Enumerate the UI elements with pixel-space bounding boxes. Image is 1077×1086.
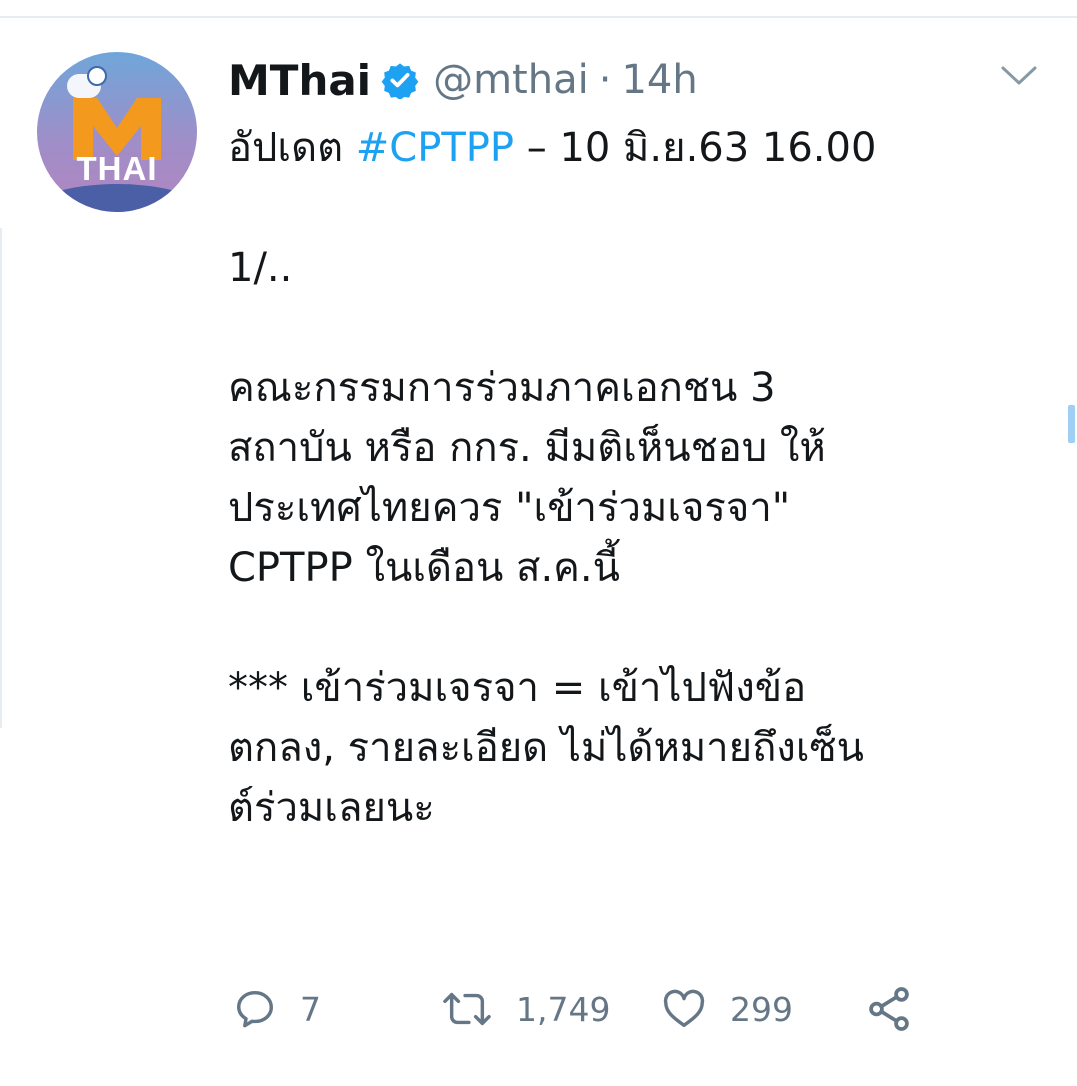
tweet-line: ต์ร่วมเลยนะ — [228, 785, 435, 831]
retweet-button[interactable]: 1,749 — [440, 982, 610, 1036]
chevron-down-icon[interactable] — [1000, 64, 1038, 88]
avatar[interactable]: THAI — [37, 52, 197, 212]
scroll-indicator[interactable] — [1068, 405, 1075, 443]
retweet-icon — [443, 992, 491, 1026]
display-name[interactable]: MThai — [228, 56, 371, 105]
tweet-text: อัปเดต #CPTPP – 10 มิ.ย.63 16.00 1/.. คณ… — [228, 118, 1018, 838]
like-button[interactable]: 299 — [660, 982, 793, 1036]
tweet-line: สถาบัน หรือ กกร. มีมติเห็นชอบ ให้ — [228, 425, 826, 471]
tweet-line: คณะกรรมการร่วมภาคเอกชน 3 — [228, 365, 776, 411]
tweet-line: CPTPP ในเดือน ส.ค.นี้ — [228, 545, 620, 591]
tweet-actions: 7 1,749 299 — [228, 982, 948, 1036]
tweet-line: ประเทศไทยควร "เข้าร่วมเจรจา" — [228, 485, 791, 531]
like-icon — [663, 989, 705, 1028]
text-segment: อัปเดต — [228, 125, 356, 171]
tweet-header: MThai @mthai · 14h — [228, 50, 698, 110]
reply-button[interactable]: 7 — [232, 982, 321, 1036]
tweet-line: ตกลง, รายละเอียด ไม่ได้หมายถึงเซ็น — [228, 725, 864, 771]
tweet-line: อัปเดต #CPTPP – 10 มิ.ย.63 16.00 — [228, 118, 1018, 178]
avatar-thai-text: THAI — [76, 150, 158, 187]
separator-dot: · — [598, 57, 612, 103]
like-count: 299 — [730, 989, 793, 1029]
top-divider — [0, 16, 1077, 18]
retweet-count: 1,749 — [516, 989, 611, 1029]
share-button[interactable] — [864, 982, 914, 1036]
text-segment: – 10 มิ.ย.63 16.00 — [514, 125, 877, 171]
tweet-line: 1/.. — [228, 245, 293, 291]
reply-icon — [236, 990, 274, 1028]
left-border — [0, 228, 2, 728]
timestamp[interactable]: 14h — [621, 57, 697, 103]
share-icon — [869, 987, 909, 1031]
reply-count: 7 — [300, 989, 321, 1029]
hashtag-link[interactable]: #CPTPP — [356, 125, 514, 171]
tweet-line: *** เข้าร่วมเจรจา = เข้าไปฟังข้อ — [228, 665, 807, 711]
verified-badge-icon — [381, 63, 419, 99]
avatar-hill — [37, 184, 197, 212]
user-handle[interactable]: @mthai — [433, 57, 589, 103]
